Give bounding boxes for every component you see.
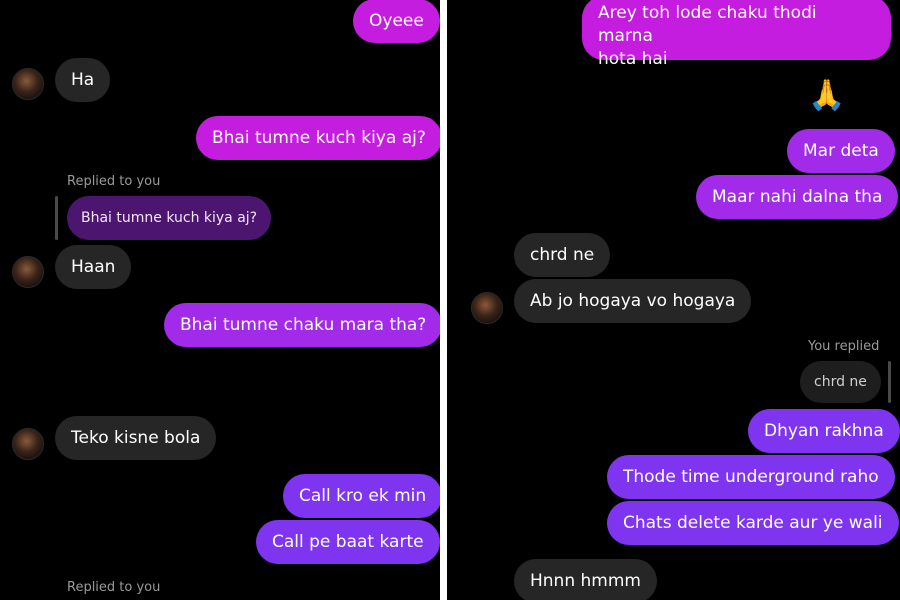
message-received[interactable]: chrd ne (514, 233, 611, 277)
right-chat-panel: Arey toh lode chaku thodi marna hota hai… (447, 0, 900, 600)
message-sent[interactable]: Bhai tumne chaku mara tha? (164, 303, 440, 347)
message-received[interactable]: Ab jo hogaya vo hogaya (514, 279, 752, 323)
avatar[interactable] (471, 292, 503, 324)
left-chat-panel: Oyeee Ha Bhai tumne kuch kiya aj? Replie… (0, 0, 440, 600)
message-sent[interactable]: Bhai tumne kuch kiya aj? (196, 116, 440, 160)
replied-quote-bubble[interactable]: Bhai tumne kuch kiya aj? (67, 196, 272, 240)
message-received[interactable]: Haan (55, 245, 132, 289)
message-sent[interactable]: Maar nahi dalna tha (696, 175, 899, 219)
crying-emoji[interactable]: 😭 (390, 362, 425, 402)
avatar[interactable] (12, 428, 44, 460)
avatar[interactable] (12, 256, 44, 288)
message-sent[interactable]: Arey toh lode chaku thodi marna hota hai (582, 0, 891, 69)
message-received[interactable]: Ha (55, 58, 111, 102)
message-sent[interactable]: Call kro ek min (283, 474, 440, 518)
message-sent[interactable]: Oyeee (353, 0, 440, 43)
message-sent[interactable]: Thode time underground raho (607, 455, 895, 499)
message-line: Arey toh lode chaku thodi marna (598, 3, 817, 46)
pray-cry-emoji[interactable]: 🙏😭 (808, 76, 880, 116)
message-received[interactable]: Hnnn hmmm (514, 559, 657, 600)
message-line: hota hai (598, 49, 668, 69)
message-sent[interactable]: Dhyan rakhna (748, 409, 900, 453)
reply-quote-bar (55, 196, 58, 240)
avatar[interactable] (12, 68, 44, 100)
replied-to-you-label: Replied to you (67, 174, 161, 189)
replied-to-you-label: Replied to you (67, 580, 161, 595)
message-sent[interactable]: Chats delete karde aur ye wali (607, 501, 899, 545)
message-sent[interactable]: Mar deta (787, 129, 895, 173)
message-sent[interactable]: Call pe baat karte (256, 520, 440, 564)
you-replied-quote-bubble[interactable]: chrd ne (800, 361, 881, 403)
reply-quote-bar (888, 361, 891, 403)
you-replied-label: You replied (808, 339, 880, 354)
message-received[interactable]: Teko kisne bola (55, 416, 217, 460)
